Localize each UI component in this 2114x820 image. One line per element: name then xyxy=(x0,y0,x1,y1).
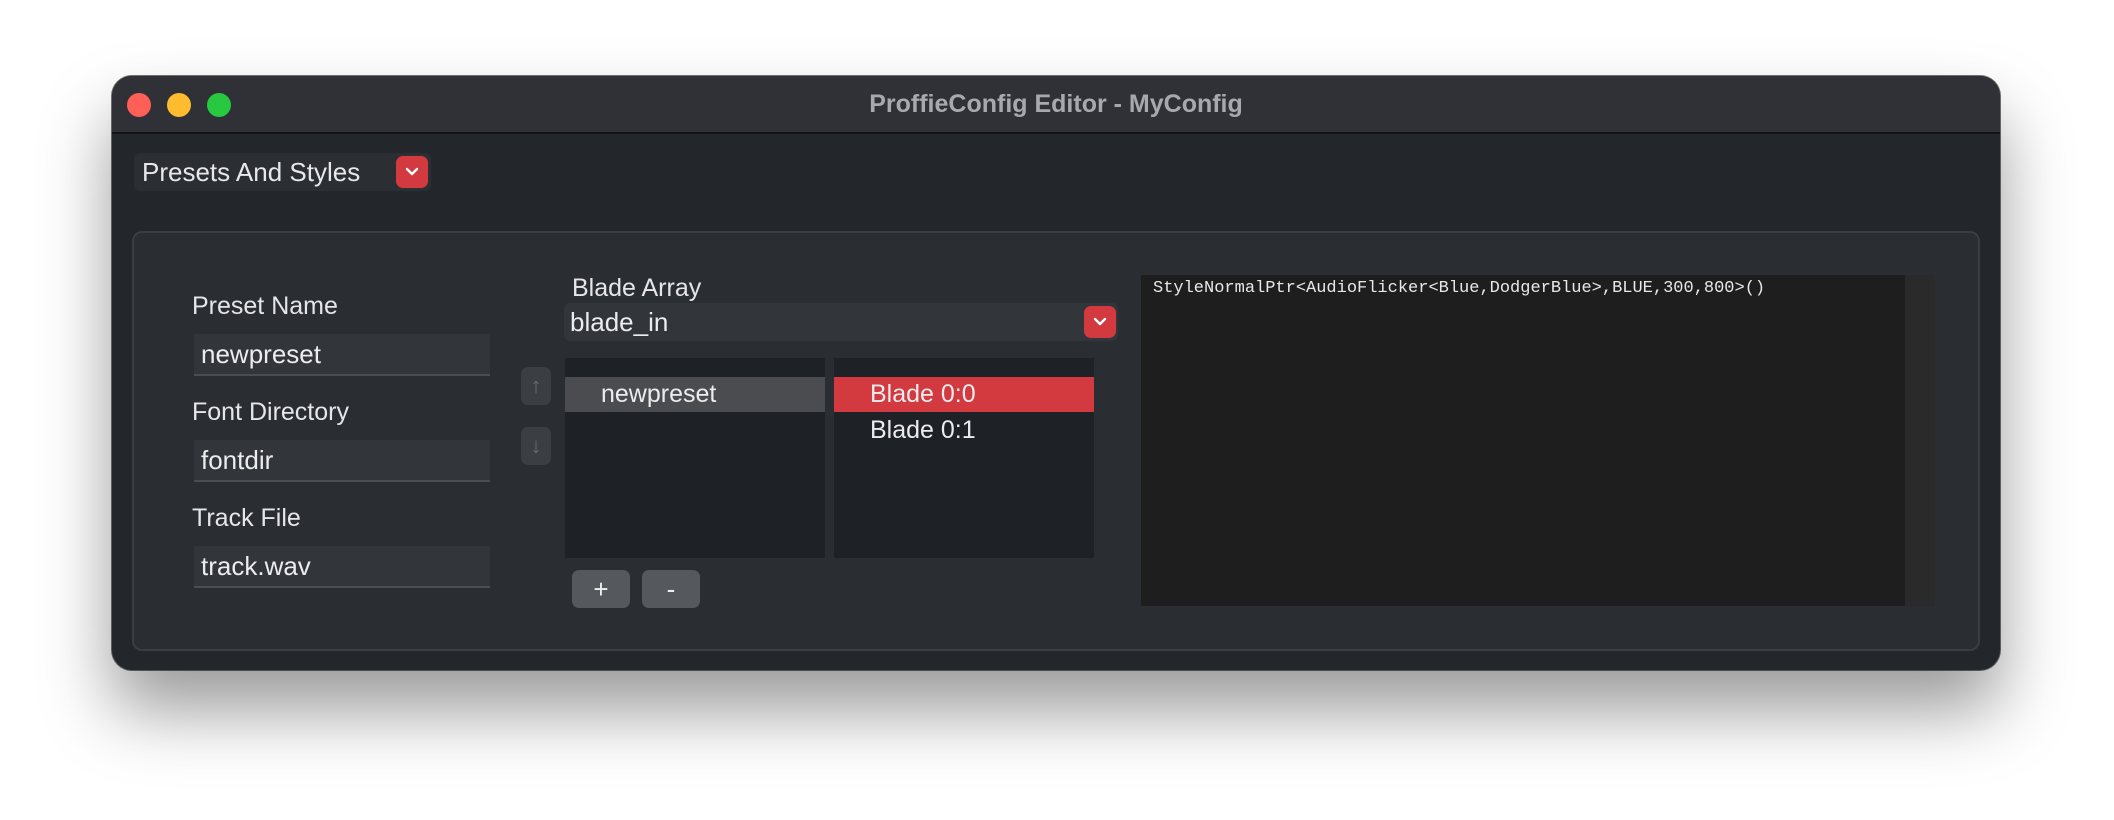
page-selector[interactable]: Presets And Styles xyxy=(134,153,431,191)
chevron-down-icon xyxy=(1093,317,1107,326)
list-item[interactable]: Blade 0:1 xyxy=(834,413,1094,448)
arrow-up-icon: ↑ xyxy=(530,373,542,398)
title-bar: ProffieConfig Editor - MyConfig xyxy=(112,76,2000,134)
add-preset-button[interactable]: + xyxy=(572,570,630,608)
blade-array-dropdown-button[interactable] xyxy=(1084,306,1116,338)
presets-list[interactable]: newpreset xyxy=(565,356,825,558)
blade-array-selector[interactable]: blade_in xyxy=(564,303,1118,341)
preset-name-field[interactable]: newpreset xyxy=(194,334,490,376)
style-editor-scrollbar[interactable] xyxy=(1905,275,1935,606)
blade-array-value: blade_in xyxy=(570,307,669,337)
preset-name-label: Preset Name xyxy=(192,292,338,320)
track-file-label: Track File xyxy=(192,504,301,532)
move-preset-up-button[interactable]: ↑ xyxy=(521,367,551,405)
chevron-down-icon xyxy=(405,167,419,176)
page-selector-value: Presets And Styles xyxy=(142,157,361,187)
style-editor[interactable]: StyleNormalPtr<AudioFlicker<Blue,DodgerB… xyxy=(1141,275,1935,606)
blades-list[interactable]: Blade 0:0 Blade 0:1 xyxy=(834,356,1094,558)
move-preset-down-button[interactable]: ↓ xyxy=(521,427,551,465)
list-item[interactable]: Blade 0:0 xyxy=(834,377,1094,412)
style-editor-text: StyleNormalPtr<AudioFlicker<Blue,DodgerB… xyxy=(1153,279,1766,298)
window-title: ProffieConfig Editor - MyConfig xyxy=(869,90,1243,118)
remove-preset-button[interactable]: - xyxy=(642,570,700,608)
blade-array-label: Blade Array xyxy=(572,274,702,302)
main-window: ProffieConfig Editor - MyConfig Presets … xyxy=(112,76,2000,670)
font-directory-field[interactable]: fontdir xyxy=(194,440,490,482)
page-selector-dropdown-button[interactable] xyxy=(396,156,428,188)
list-item[interactable]: newpreset xyxy=(565,377,825,412)
arrow-down-icon: ↓ xyxy=(530,433,542,458)
track-file-field[interactable]: track.wav xyxy=(194,546,490,588)
font-directory-label: Font Directory xyxy=(192,398,349,426)
